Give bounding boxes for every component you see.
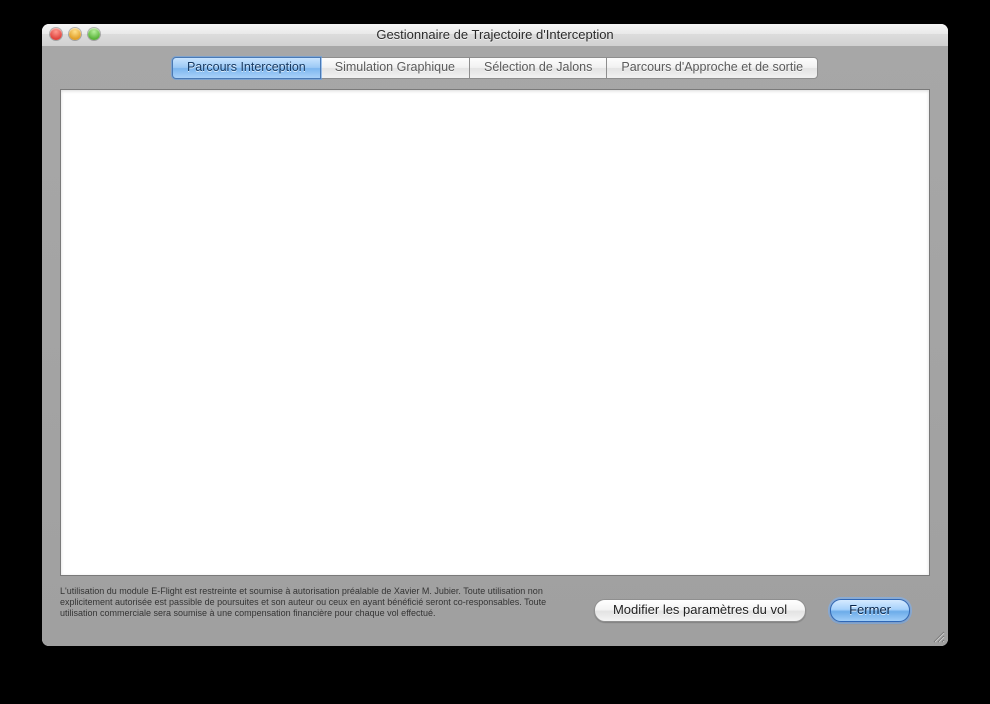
minimize-window-button[interactable] [69, 28, 81, 40]
window: Gestionnaire de Trajectoire d'Intercepti… [42, 24, 948, 646]
tab-parcours-interception[interactable]: Parcours Interception [172, 57, 321, 79]
disclaimer-text: L'utilisation du module E-Flight est res… [60, 586, 580, 619]
tab-simulation-graphique[interactable]: Simulation Graphique [320, 57, 470, 79]
titlebar: Gestionnaire de Trajectoire d'Intercepti… [42, 24, 948, 47]
resize-grip-icon[interactable] [931, 629, 945, 643]
close-window-button[interactable] [50, 28, 62, 40]
footer: L'utilisation du module E-Flight est res… [60, 584, 930, 636]
tab-parcours-approche-sortie[interactable]: Parcours d'Approche et de sortie [606, 57, 818, 79]
tab-selection-de-jalons[interactable]: Sélection de Jalons [469, 57, 607, 79]
button-label: Fermer [849, 602, 891, 617]
window-body: Parcours Interception Simulation Graphiq… [42, 47, 948, 646]
tab-label: Parcours d'Approche et de sortie [621, 60, 803, 74]
content-pane [60, 89, 930, 576]
modify-flight-parameters-button[interactable]: Modifier les paramètres du vol [594, 599, 806, 622]
window-title: Gestionnaire de Trajectoire d'Intercepti… [376, 27, 613, 42]
tab-label: Simulation Graphique [335, 60, 455, 74]
tab-label: Parcours Interception [187, 60, 306, 74]
tab-label: Sélection de Jalons [484, 60, 592, 74]
zoom-window-button[interactable] [88, 28, 100, 40]
tab-strip: Parcours Interception Simulation Graphiq… [42, 57, 948, 79]
traffic-lights [50, 28, 100, 40]
footer-buttons: Modifier les paramètres du vol Fermer [594, 599, 910, 622]
close-button[interactable]: Fermer [830, 599, 910, 622]
button-label: Modifier les paramètres du vol [613, 602, 787, 617]
